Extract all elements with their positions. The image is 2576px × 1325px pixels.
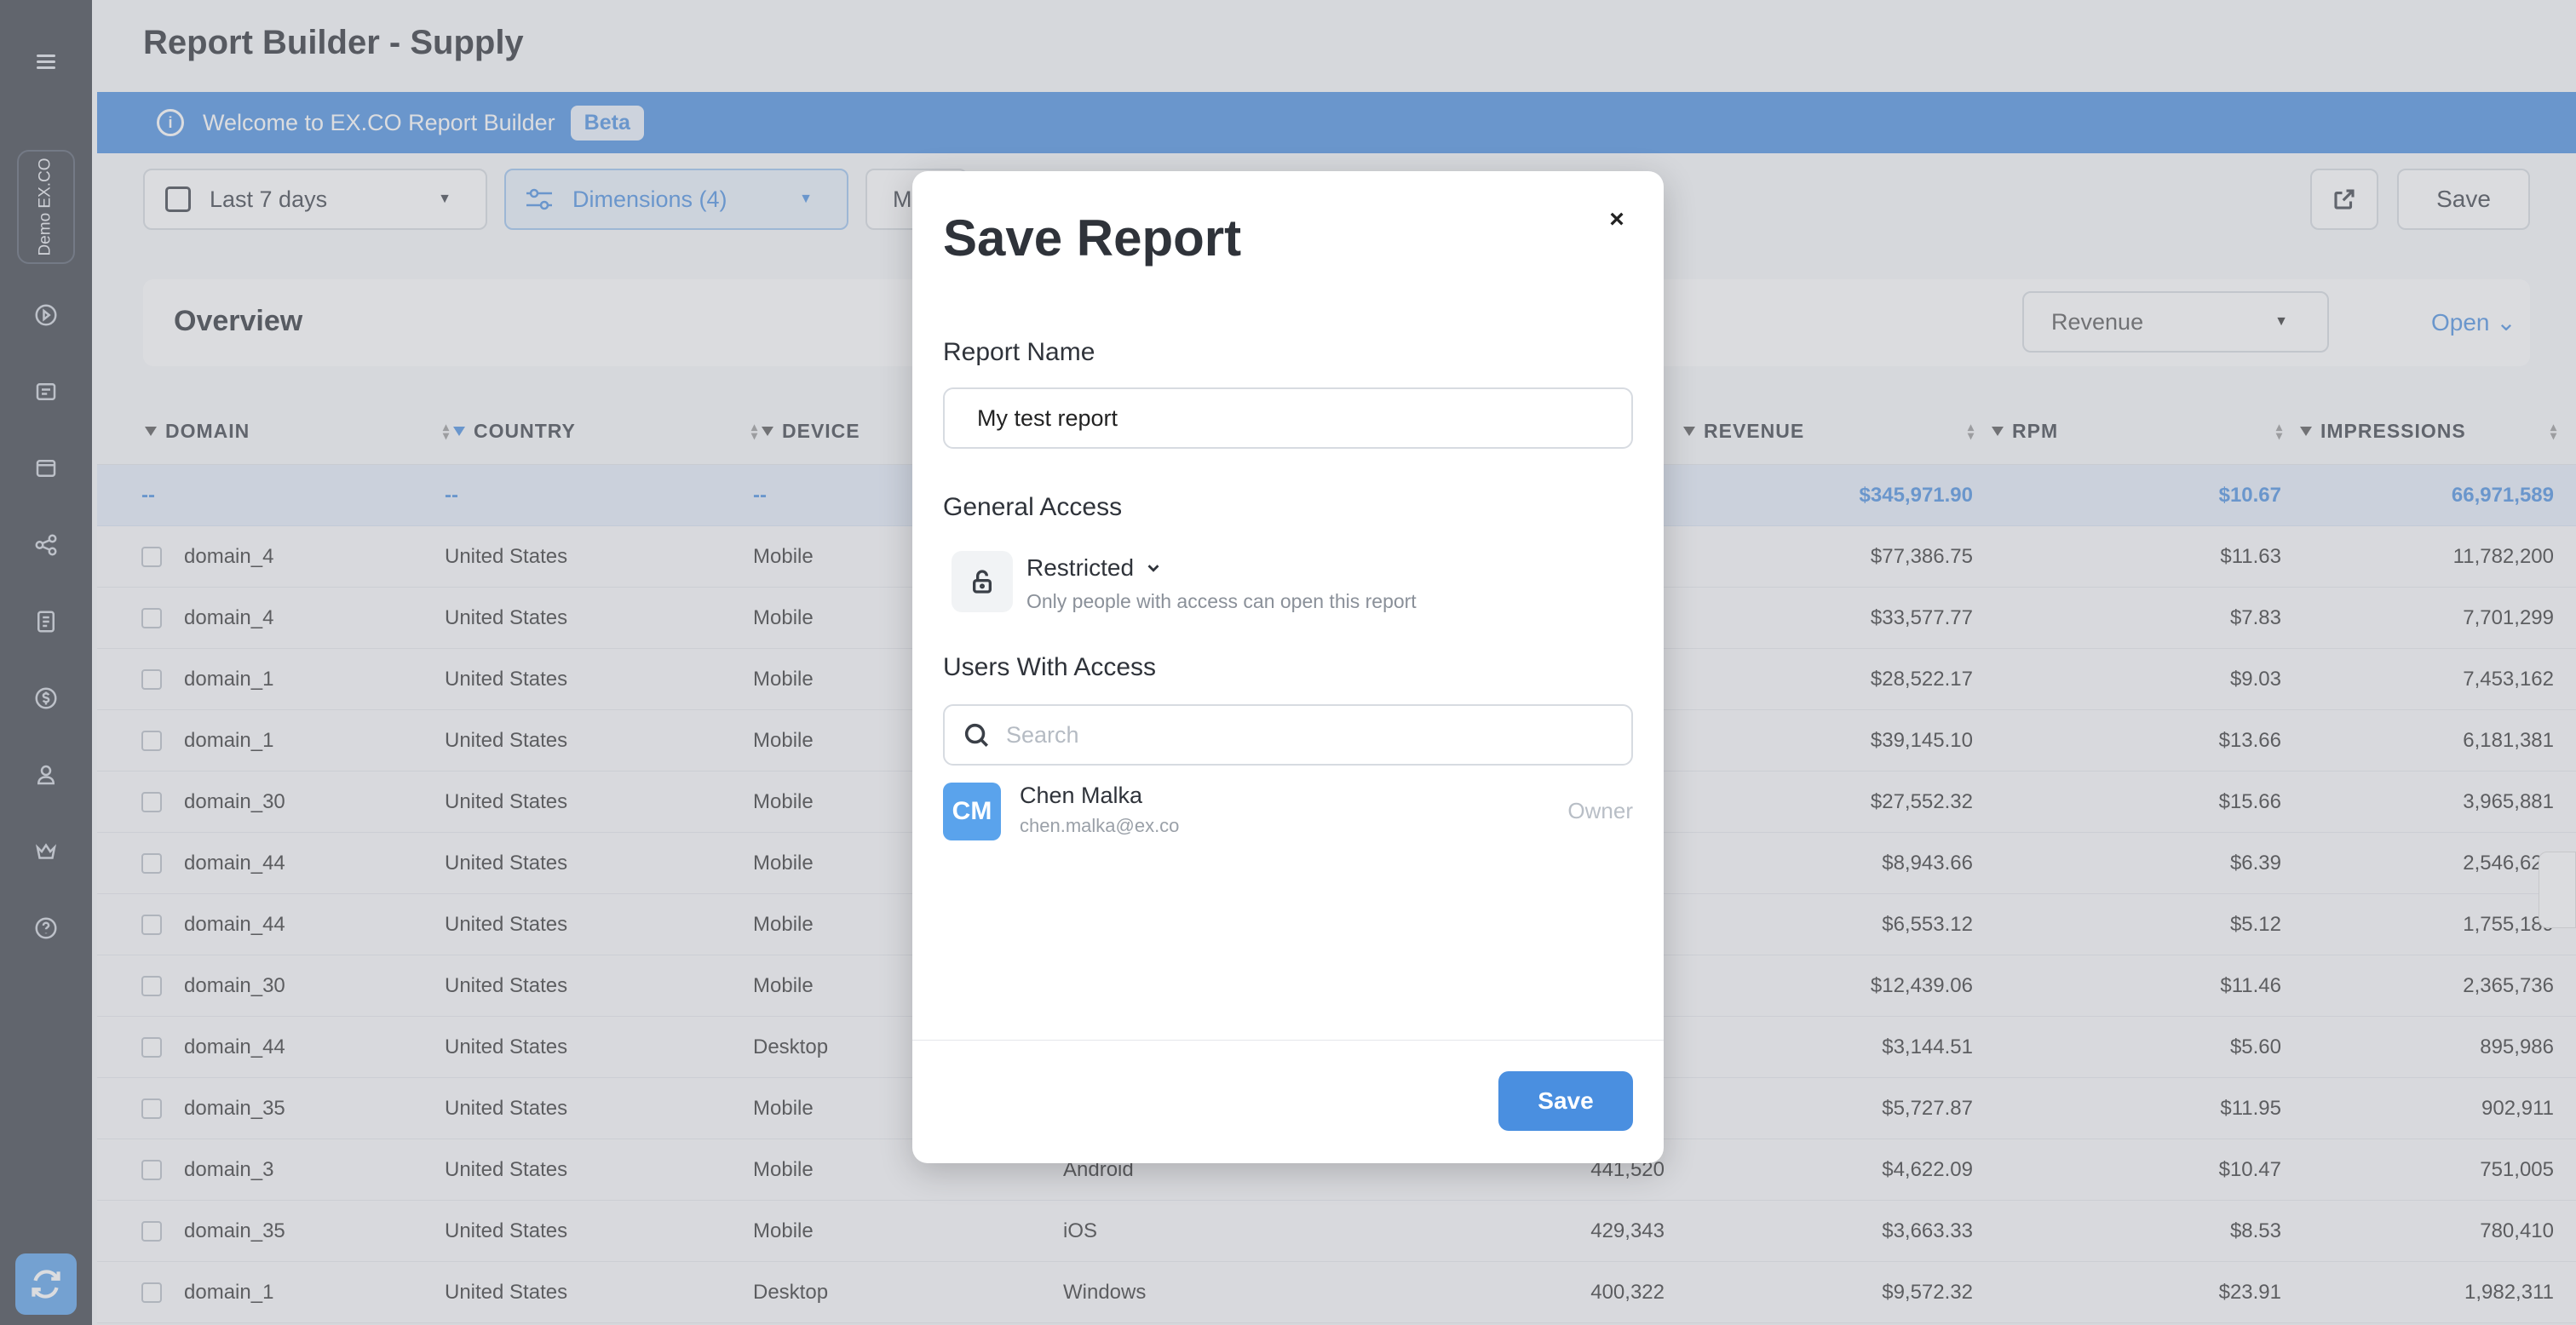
close-icon[interactable]: × <box>1604 205 1630 233</box>
dialog-title: Save Report <box>943 209 1242 267</box>
avatar: CM <box>943 783 1001 840</box>
user-list-item: CM Chen Malka chen.malka@ex.co Owner <box>943 781 1633 842</box>
access-mode-dropdown[interactable]: Restricted <box>1026 554 1163 582</box>
search-icon <box>964 723 989 748</box>
user-role: Owner <box>1567 798 1633 823</box>
report-name-label: Report Name <box>943 338 1095 366</box>
save-button[interactable]: Save <box>1498 1071 1633 1131</box>
chevron-down-icon <box>1147 565 1159 572</box>
access-description: Only people with access can open this re… <box>1026 590 1417 612</box>
dialog-divider <box>912 1040 1664 1041</box>
general-access-label: General Access <box>943 493 1123 521</box>
report-name-input[interactable]: My test report <box>943 387 1633 449</box>
search-input[interactable] <box>1006 721 1602 749</box>
save-report-dialog: Save Report × Report Name My test report… <box>912 171 1664 1163</box>
user-search-field[interactable] <box>943 704 1633 766</box>
unlock-icon <box>952 551 1013 612</box>
users-with-access-label: Users With Access <box>943 653 1157 681</box>
user-email: chen.malka@ex.co <box>1020 815 1180 836</box>
user-name: Chen Malka <box>1020 783 1143 808</box>
general-access: Restricted Only people with access can o… <box>952 551 1599 619</box>
